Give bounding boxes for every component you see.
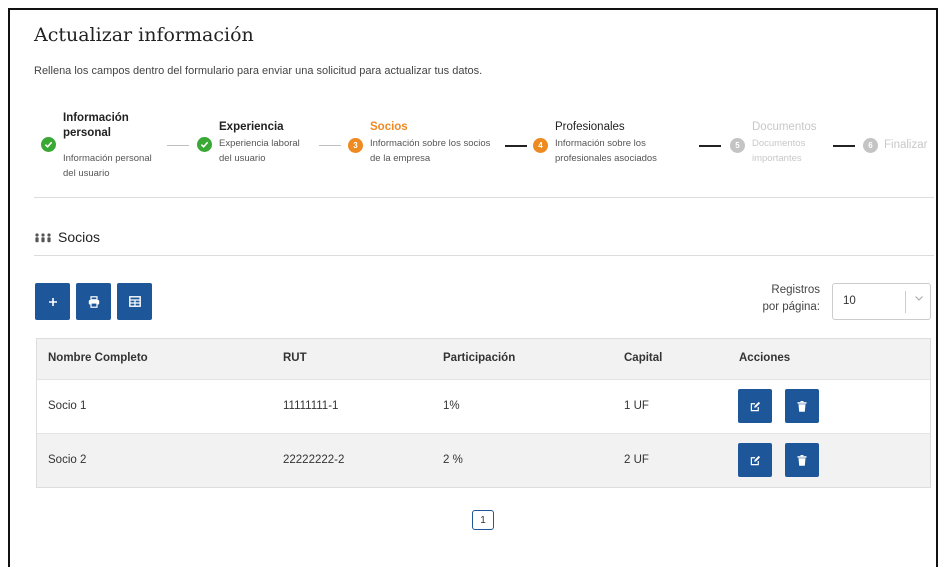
step-description: Documentos importantes: [752, 138, 806, 164]
step-description: Información personal del usuario: [63, 153, 152, 179]
step-connector: [319, 145, 341, 146]
divider: [34, 197, 934, 198]
page-size-label: Registros por página:: [762, 284, 820, 313]
people-group-icon: [34, 232, 52, 247]
step-connector: [167, 145, 189, 146]
divider: [34, 255, 934, 256]
form-panel: Actualizar información Rellena los campo…: [8, 8, 938, 567]
step-title: Experiencia: [219, 121, 284, 133]
step-number: 4: [533, 138, 548, 153]
step-connector: [833, 145, 855, 147]
table-row: Socio 2 22222222-2 2 % 2 UF: [37, 433, 930, 487]
step-title: Finalizar: [884, 139, 928, 151]
print-icon: [88, 295, 99, 308]
edit-button[interactable]: [738, 389, 772, 423]
cell-capital: 2 UF: [624, 454, 649, 466]
cell-nombre: Socio 2: [48, 454, 87, 466]
print-button[interactable]: [76, 283, 111, 320]
edit-icon: [750, 455, 760, 465]
pagination-page-button[interactable]: 1: [472, 510, 494, 530]
chevron-down-icon[interactable]: [914, 294, 924, 305]
step-title: Información personal: [63, 112, 129, 139]
delete-button[interactable]: [785, 443, 819, 477]
socios-table: Nombre Completo RUT Participación Capita…: [36, 338, 931, 488]
columns-button[interactable]: [117, 283, 152, 320]
table-row: Socio 1 11111111-1 1% 1 UF: [37, 379, 930, 433]
step-description: Información sobre los socios de la empre…: [370, 138, 491, 164]
select-separator: [905, 291, 906, 313]
step-title: Profesionales: [555, 121, 625, 133]
cell-nombre: Socio 1: [48, 400, 87, 412]
cell-rut: 22222222-2: [283, 454, 345, 466]
stepper: Información personal Información persona…: [10, 110, 936, 190]
table-header: Nombre Completo RUT Participación Capita…: [37, 339, 930, 379]
page-size-value: 10: [843, 295, 856, 307]
cell-participacion: 2 %: [443, 454, 463, 466]
column-header: Acciones: [739, 352, 791, 364]
edit-button[interactable]: [738, 443, 772, 477]
step-connector: [699, 145, 721, 147]
check-icon: [197, 137, 212, 152]
page-subtitle: Rellena los campos dentro del formulario…: [34, 65, 483, 77]
section-title: Socios: [58, 229, 101, 245]
edit-icon: [750, 401, 760, 411]
add-icon: [48, 297, 57, 306]
column-header[interactable]: Nombre Completo: [48, 352, 148, 364]
add-button[interactable]: [35, 283, 70, 320]
page-size-select[interactable]: 10: [832, 283, 931, 320]
step-number: 5: [730, 138, 745, 153]
table-icon: [128, 296, 141, 307]
cell-capital: 1 UF: [624, 400, 649, 412]
column-header[interactable]: RUT: [283, 352, 307, 364]
column-header[interactable]: Participación: [443, 352, 515, 364]
step-description: Información sobre los profesionales asoc…: [555, 138, 657, 164]
step-title: Documentos: [752, 121, 817, 133]
step-description: Experiencia laboral del usuario: [219, 138, 300, 164]
step-number: 3: [348, 138, 363, 153]
check-icon: [41, 137, 56, 152]
column-header[interactable]: Capital: [624, 352, 662, 364]
step-connector: [505, 145, 527, 147]
page-title: Actualizar información: [34, 24, 254, 46]
step-title: Socios: [370, 121, 408, 133]
trash-icon: [797, 400, 807, 412]
step-number: 6: [863, 138, 878, 153]
delete-button[interactable]: [785, 389, 819, 423]
trash-icon: [797, 454, 807, 466]
cell-participacion: 1%: [443, 400, 460, 412]
cell-rut: 11111111-1: [283, 400, 339, 412]
